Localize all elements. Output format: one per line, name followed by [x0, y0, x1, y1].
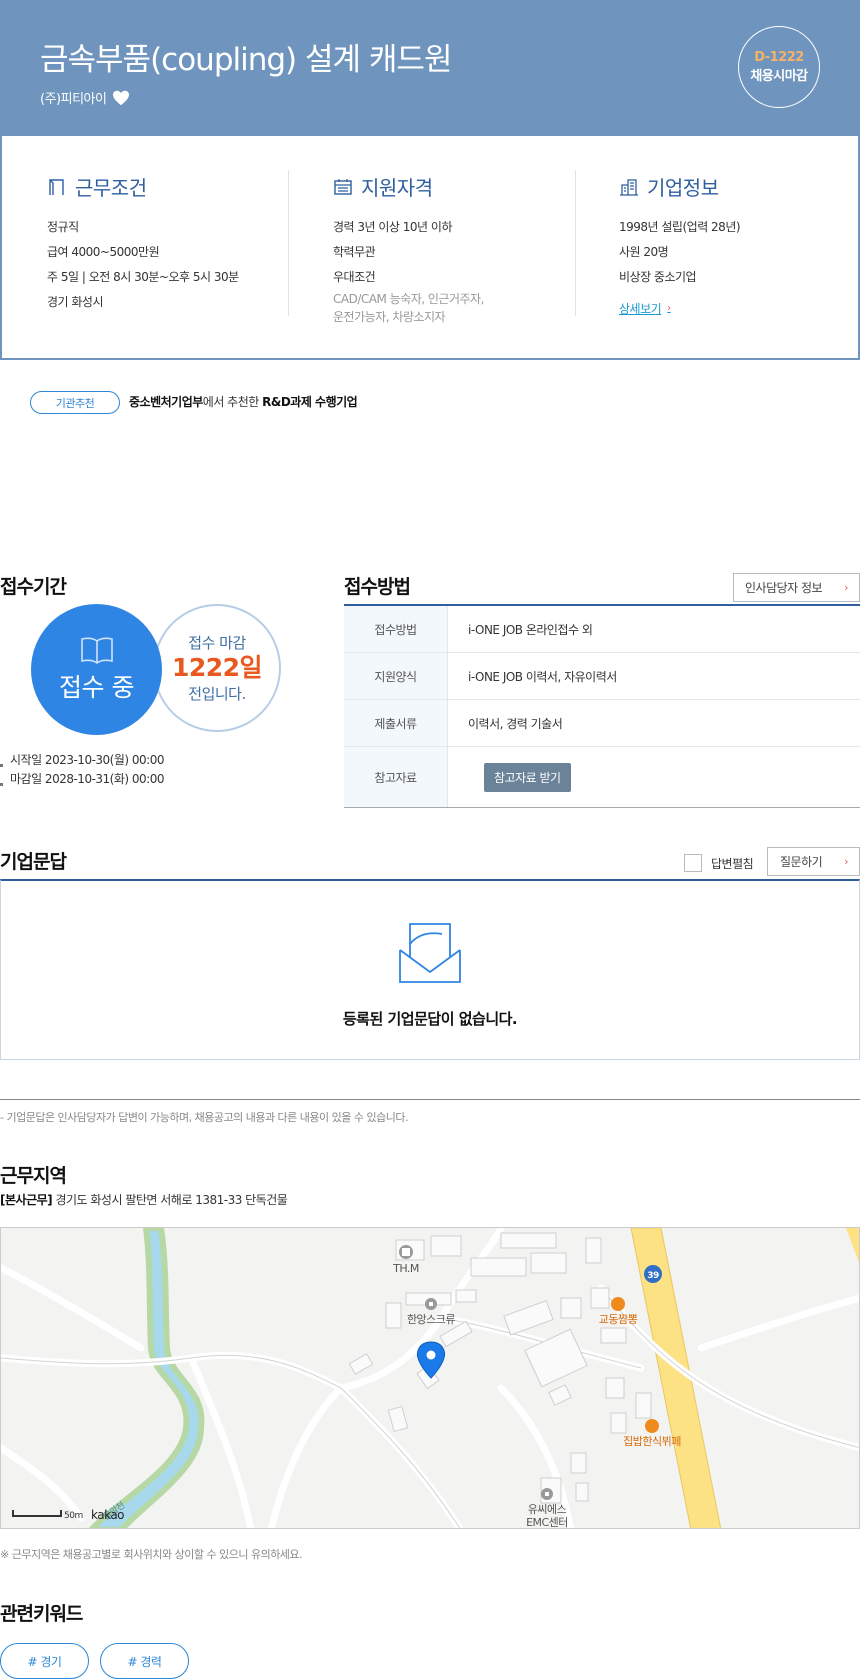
dday-count: D-1222 [754, 50, 804, 65]
document-icon [49, 178, 64, 195]
envelope-icon [399, 923, 461, 983]
location-title: 근무지역 [0, 1165, 67, 1187]
table-row: 제출서류 이력서, 경력 기술서 [344, 700, 860, 747]
qual-education: 학력무관 [333, 245, 376, 259]
map-label-thm: TH.M [392, 1262, 419, 1275]
period-title: 접수기간 [0, 576, 67, 598]
column-divider [575, 170, 576, 316]
chevron-right-icon: › [667, 303, 671, 314]
condition-salary: 급여 4000~5000만원 [47, 245, 160, 259]
deadline-prefix: 접수 마감 [188, 634, 246, 652]
dday-text: 채용시마감 [750, 69, 808, 84]
map-label-hanyang: 한앙스크류 [407, 1313, 455, 1326]
qual-career: 경력 3년 이상 10년 이하 [333, 220, 452, 234]
summary-box: 근무조건 정규직 급여 4000~5000만원 주 5일 | 오전 8시 30분… [0, 136, 860, 360]
calendar-icon [334, 178, 352, 195]
map-route-39: 39 [647, 1271, 659, 1281]
expand-answers-checkbox[interactable] [684, 854, 702, 872]
status-circle: 접수 중 [31, 604, 162, 735]
status-text: 접수 중 [59, 672, 134, 702]
map-canvas[interactable]: TH.M 한앙스크류 교동짬뽕 집밥한식뷔페 유씨에스 EMC센터 39 율암천… [1, 1228, 860, 1529]
map-label-emc-1: 유씨에스 [528, 1503, 567, 1516]
column-divider [288, 170, 289, 316]
recommend-badge: 기관추천 [30, 391, 120, 414]
condition-location: 경기 화성시 [47, 295, 104, 309]
download-reference-button[interactable]: 참고자료 받기 [484, 762, 571, 792]
end-date: 마감일 2028-10-31(화) 00:00 [0, 770, 164, 789]
table-row: 참고자료 참고자료 받기 [344, 747, 860, 807]
deadline-circle: 접수 마감 1222일 전입니다. [153, 604, 281, 732]
deadline-suffix: 전입니다. [188, 685, 246, 703]
ask-question-button[interactable]: 질문하기 › [767, 847, 860, 876]
company-type: 비상장 중소기업 [619, 270, 697, 284]
recommend-text: 중소벤처기업부에서 추천한 R&D과제 수행기업 [129, 395, 358, 409]
method-title: 접수방법 [344, 576, 411, 598]
qna-title: 기업문답 [0, 851, 67, 873]
company-name-row: (주)피티아이 [40, 88, 130, 107]
map-brand: kakao [91, 1508, 124, 1522]
deadline-days: 1222일 [171, 653, 263, 682]
map-scale: 50m [64, 1511, 83, 1521]
job-title: 금속부품(coupling) 설계 캐드원 [40, 42, 452, 78]
condition-hours: 주 5일 | 오전 8시 30분~오후 5시 30분 [47, 270, 239, 284]
building-icon [620, 178, 638, 196]
keyword-tag[interactable]: # 경력 [100, 1643, 189, 1679]
company-detail-link[interactable]: 상세보기 › [619, 300, 671, 317]
hr-contact-button[interactable]: 인사담당자 정보 › [733, 573, 860, 602]
company-info-column: 기업정보 1998년 설립(업력 28년) 사원 20명 비상장 중소기업 상세… [619, 172, 741, 317]
table-row: 접수방법 i-ONE JOB 온라인접수 외 [344, 606, 860, 653]
work-address: [본사근무] 경기도 화성시 팔탄면 서해로 1381-33 단독건물 [0, 1193, 288, 1207]
method-table: 접수방법 i-ONE JOB 온라인접수 외 지원양식 i-ONE JOB 이력… [344, 604, 860, 808]
book-icon [80, 637, 113, 664]
map-label-jipbap: 집밥한식뷔페 [623, 1435, 681, 1448]
chevron-right-icon: › [844, 581, 848, 594]
conditions-column: 근무조건 정규직 급여 4000~5000만원 주 5일 | 오전 8시 30분… [47, 172, 239, 315]
dday-badge: D-1222 채용시마감 [738, 26, 820, 108]
qna-note: - 기업문답은 인사담당자가 답변이 가능하며, 채용공고의 내용과 다른 내용… [0, 1111, 408, 1124]
divider [0, 1099, 860, 1100]
expand-answers-label[interactable]: 답변펼침 [711, 855, 754, 872]
keyword-tag[interactable]: # 경기 [0, 1643, 89, 1679]
map-view[interactable]: TH.M 한앙스크류 교동짬뽕 집밥한식뷔페 유씨에스 EMC센터 39 율암천… [0, 1227, 860, 1529]
map-note: ※ 근무지역은 채용공고별로 회사위치와 상이할 수 있으니 유의하세요. [0, 1548, 303, 1561]
table-row: 지원양식 i-ONE JOB 이력서, 자유이력서 [344, 653, 860, 700]
chevron-right-icon: › [844, 855, 848, 868]
qualifications-column: 지원자격 경력 3년 이상 10년 이하 학력무관 우대조건 CAD/CAM 능… [333, 172, 484, 326]
company-founded: 1998년 설립(업력 28년) [619, 220, 741, 234]
company-name[interactable]: (주)피티아이 [40, 88, 107, 107]
qna-empty-message: 등록된 기업문답이 없습니다. [342, 1010, 518, 1028]
map-label-emc-2: EMC센터 [526, 1516, 568, 1529]
period-dates: 시작일 2023-10-30(월) 00:00 마감일 2028-10-31(화… [0, 751, 164, 789]
company-info-heading: 기업정보 [619, 172, 740, 201]
conditions-heading: 근무조건 [47, 172, 239, 201]
heart-icon[interactable] [112, 90, 130, 106]
condition-employment: 정규직 [47, 220, 79, 234]
keywords-title: 관련키워드 [0, 1603, 83, 1625]
qual-preferred-line1: CAD/CAM 능숙자, 인근거주자, [333, 292, 484, 306]
qual-preferred-label: 우대조건 [333, 270, 376, 284]
start-date: 시작일 2023-10-30(월) 00:00 [0, 751, 164, 770]
map-label-gyodong: 교동짬뽕 [599, 1313, 638, 1326]
company-employees: 사원 20명 [619, 245, 669, 259]
qualifications-heading: 지원자격 [333, 172, 484, 201]
qual-preferred-line2: 운전가능자, 차량소지자 [333, 310, 446, 324]
